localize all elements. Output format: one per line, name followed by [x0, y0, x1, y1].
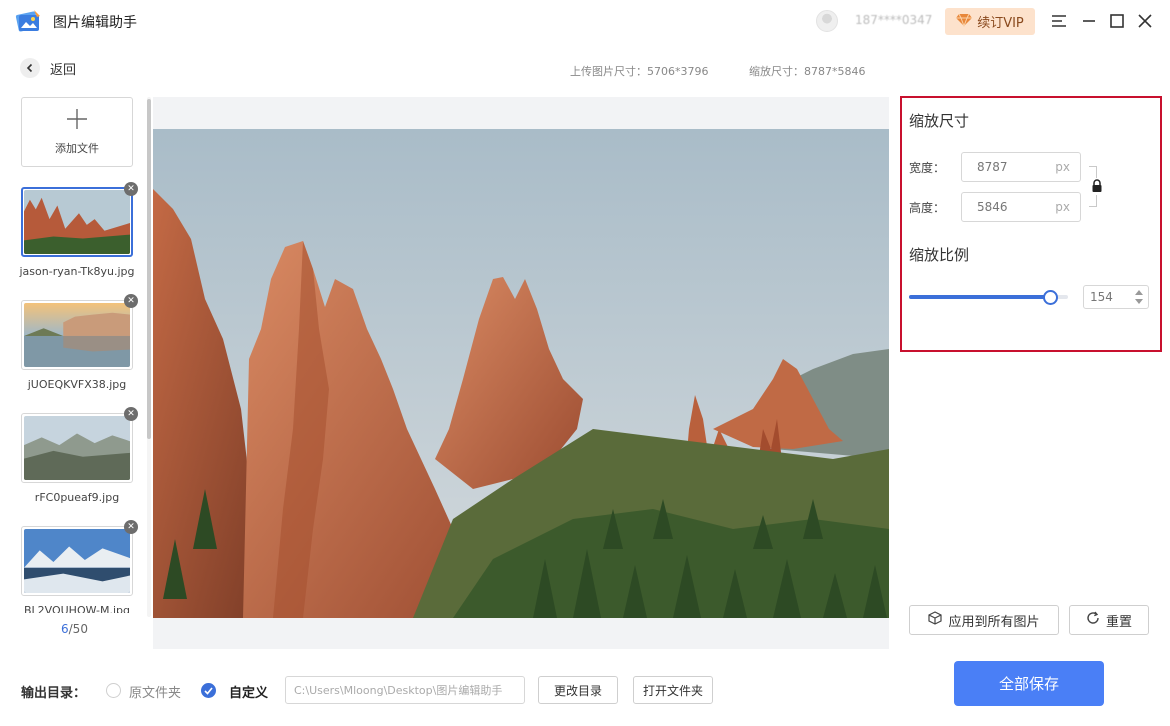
height-unit: px	[1055, 200, 1070, 214]
thumbnail-image	[24, 529, 130, 593]
width-label: 宽度：	[909, 161, 946, 175]
reset-button[interactable]: 重置	[1069, 605, 1149, 635]
image-preview	[153, 97, 889, 649]
file-name: rFC0pueaf9.jpg	[34, 491, 120, 504]
lock-bracket	[1089, 166, 1097, 178]
reset-label: 重置	[1105, 614, 1132, 630]
slider-handle[interactable]	[1043, 290, 1058, 305]
file-thumbnail[interactable]	[21, 526, 133, 596]
ratio-section-title: 缩放比例	[909, 246, 970, 264]
file-count-current: 6	[61, 622, 69, 636]
change-directory-button[interactable]: 更改目录	[538, 676, 618, 704]
cube-icon	[928, 611, 943, 629]
width-input[interactable]: 8787 px	[961, 152, 1081, 182]
add-file-label: 添加文件	[55, 142, 99, 155]
add-file-button[interactable]: 添加文件	[21, 97, 133, 167]
radio-custom-folder[interactable]	[201, 683, 216, 698]
lock-bracket	[1089, 195, 1097, 207]
file-thumbnail[interactable]	[21, 413, 133, 483]
width-unit: px	[1055, 160, 1070, 174]
vip-diamond-icon	[956, 13, 973, 31]
aspect-lock-icon[interactable]	[1091, 179, 1103, 193]
ratio-stepper	[1133, 288, 1145, 306]
file-thumbnail[interactable]	[21, 187, 133, 257]
ratio-value: 154	[1090, 290, 1113, 304]
file-count-total: /50	[68, 622, 88, 636]
back-label: 返回	[50, 62, 77, 78]
file-count: 6/50	[61, 622, 88, 636]
remove-file-icon[interactable]: ✕	[124, 182, 138, 196]
remove-file-icon[interactable]: ✕	[124, 294, 138, 308]
avatar[interactable]	[816, 10, 838, 32]
file-thumbnail[interactable]	[21, 300, 133, 370]
open-folder-button[interactable]: 打开文件夹	[633, 676, 713, 704]
file-name: jason-ryan-Tk8yu.jpg	[19, 265, 135, 278]
user-name: 187****0347	[855, 13, 933, 27]
output-dir-label: 输出目录：	[21, 686, 87, 701]
output-path-input[interactable]: C:\Users\Mloong\Desktop\图片编辑助手	[285, 676, 525, 704]
resize-settings-panel	[900, 96, 1162, 352]
width-value: 8787	[977, 160, 1008, 174]
plus-icon	[66, 108, 88, 134]
sidebar-scrollbar-thumb[interactable]	[147, 99, 151, 439]
original-folder-label[interactable]: 原文件夹	[129, 682, 181, 701]
upload-size-text: 上传图片尺寸：5706*3796	[570, 65, 709, 78]
thumbnail-image	[24, 303, 130, 367]
scale-size-text: 缩放尺寸：8787*5846	[749, 65, 866, 78]
apply-all-button[interactable]: 应用到所有图片	[909, 605, 1059, 635]
stepper-up-icon[interactable]	[1133, 288, 1145, 297]
slider-fill	[909, 295, 1051, 299]
back-button[interactable]: 返回	[20, 58, 76, 78]
file-name: jUOEQKVFX38.jpg	[27, 378, 127, 391]
vip-label: 续订VIP	[977, 16, 1024, 31]
height-label: 高度：	[909, 201, 946, 215]
remove-file-icon[interactable]: ✕	[124, 520, 138, 534]
chevron-left-icon	[20, 58, 40, 78]
apply-all-label: 应用到所有图片	[948, 614, 1040, 630]
refresh-icon	[1086, 611, 1100, 629]
size-section-title: 缩放尺寸	[909, 112, 970, 130]
remove-file-icon[interactable]: ✕	[124, 407, 138, 421]
height-input[interactable]: 5846 px	[961, 192, 1081, 222]
radio-original-folder[interactable]	[106, 683, 121, 698]
minimize-icon[interactable]	[1077, 9, 1101, 33]
maximize-icon[interactable]	[1105, 9, 1129, 33]
thumbnail-image	[24, 190, 130, 254]
stepper-down-icon[interactable]	[1133, 297, 1145, 306]
preview-image	[153, 129, 889, 618]
renew-vip-button[interactable]: 续订VIP	[945, 8, 1035, 35]
ratio-input[interactable]: 154	[1083, 285, 1149, 309]
height-value: 5846	[977, 200, 1008, 214]
close-icon[interactable]	[1133, 9, 1157, 33]
menu-icon[interactable]	[1047, 9, 1071, 33]
save-all-button[interactable]: 全部保存	[954, 661, 1104, 706]
file-name: BL2VOUHOW-M.jpg	[23, 604, 131, 613]
app-logo-icon	[14, 8, 42, 34]
custom-folder-label[interactable]: 自定义	[229, 682, 268, 701]
thumbnail-image	[24, 416, 130, 480]
app-title: 图片编辑助手	[53, 15, 137, 31]
